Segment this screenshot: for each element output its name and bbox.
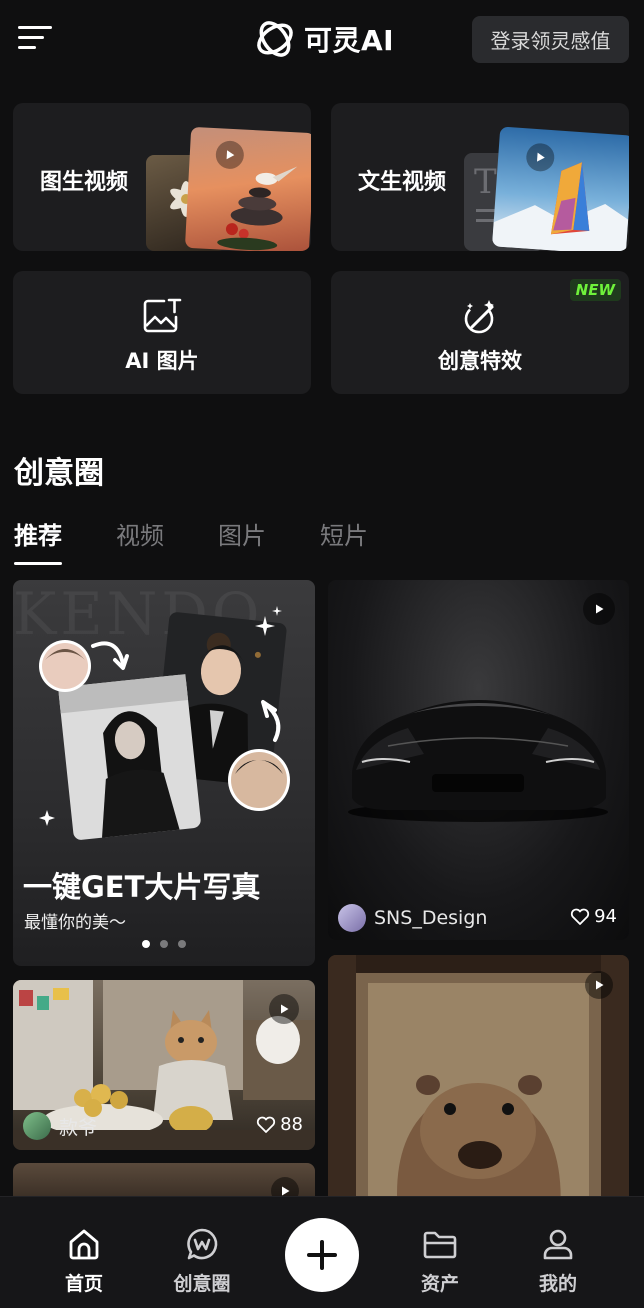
tab-image[interactable]: 图片 xyxy=(218,516,266,559)
author-name: 款爷 xyxy=(59,1116,98,1139)
creative-effects-title: 创意特效 xyxy=(438,349,522,373)
like-count[interactable]: 88 xyxy=(256,1114,303,1135)
author-name: SNS_Design xyxy=(374,907,488,929)
tab-recommended[interactable]: 推荐 xyxy=(14,516,62,565)
app-logo-text: 可灵AI xyxy=(304,24,395,57)
text-to-video-title: 文生视频 xyxy=(358,170,447,195)
author-info[interactable]: SNS_Design xyxy=(338,904,487,932)
car-video-card[interactable]: SNS_Design 94 xyxy=(328,580,629,940)
heart-icon xyxy=(256,1116,276,1133)
home-icon xyxy=(69,1229,99,1260)
text-to-video-card[interactable]: 文生视频 T xyxy=(331,103,629,251)
heart-icon xyxy=(570,908,590,925)
carousel-dot xyxy=(178,940,186,948)
image-text-icon xyxy=(143,298,182,333)
login-button[interactable]: 登录领灵感值 xyxy=(472,16,629,63)
play-icon xyxy=(583,593,615,625)
svg-text:T: T xyxy=(474,162,497,202)
black-car-image xyxy=(348,700,608,822)
banner-subline: 最懂你的美～ xyxy=(24,913,126,933)
avatar xyxy=(23,1112,51,1140)
nav-me-label: 我的 xyxy=(538,1273,577,1295)
new-badge: NEW xyxy=(569,279,621,301)
plus-icon xyxy=(307,1240,337,1270)
banner-headline: 一键GET大片写真 xyxy=(23,870,261,904)
menu-icon[interactable] xyxy=(18,24,54,54)
avatar xyxy=(338,904,366,932)
nav-community-label: 创意圈 xyxy=(173,1273,231,1295)
ai-image-card[interactable]: AI 图片 xyxy=(13,271,311,394)
carousel-dot xyxy=(160,940,168,948)
create-button[interactable] xyxy=(285,1218,359,1292)
like-count[interactable]: 94 xyxy=(570,906,617,927)
nav-me[interactable]: 我的 xyxy=(508,1197,608,1308)
folder-icon xyxy=(423,1231,457,1259)
creative-effects-card[interactable]: NEW 创意特效 xyxy=(331,271,629,394)
app-header: 可灵AI 登录领灵感值 xyxy=(0,0,644,80)
portrait-collage-image xyxy=(39,606,290,840)
play-icon xyxy=(269,994,299,1024)
tab-short-film[interactable]: 短片 xyxy=(320,516,368,559)
carousel-dots xyxy=(142,940,186,948)
image-to-video-card[interactable]: 图生视频 xyxy=(13,103,311,251)
community-icon xyxy=(187,1228,218,1260)
magic-wand-icon xyxy=(464,300,494,334)
kling-logo-icon xyxy=(257,21,293,57)
nav-home-label: 首页 xyxy=(64,1273,103,1295)
bird-stones-thumbnail xyxy=(184,126,311,251)
carousel-dot-active xyxy=(142,940,150,948)
community-tabs: 推荐 视频 图片 短片 xyxy=(14,516,368,565)
like-count-value: 94 xyxy=(594,906,617,927)
author-info[interactable]: 款爷 xyxy=(23,1112,97,1140)
image-to-video-title: 图生视频 xyxy=(40,170,129,195)
portrait-banner-card[interactable]: KENDO 一键GET大片写真 最懂你的美～ xyxy=(13,580,315,966)
like-count-value: 88 xyxy=(280,1114,303,1135)
capybara-image xyxy=(328,955,629,1215)
tab-video[interactable]: 视频 xyxy=(116,516,164,559)
user-icon xyxy=(543,1229,573,1260)
crystal-thumbnail xyxy=(491,126,629,251)
nav-home[interactable]: 首页 xyxy=(34,1197,134,1308)
nav-assets[interactable]: 资产 xyxy=(390,1197,490,1308)
nav-community[interactable]: 创意圈 xyxy=(152,1197,252,1308)
app-logo: 可灵AI xyxy=(254,18,394,60)
community-title: 创意圈 xyxy=(14,456,104,491)
ai-image-title: AI 图片 xyxy=(125,349,199,373)
play-icon xyxy=(585,971,613,999)
cat-video-card[interactable]: 款爷 88 xyxy=(13,980,315,1150)
capybara-video-card[interactable] xyxy=(328,955,629,1215)
nav-assets-label: 资产 xyxy=(420,1273,459,1295)
